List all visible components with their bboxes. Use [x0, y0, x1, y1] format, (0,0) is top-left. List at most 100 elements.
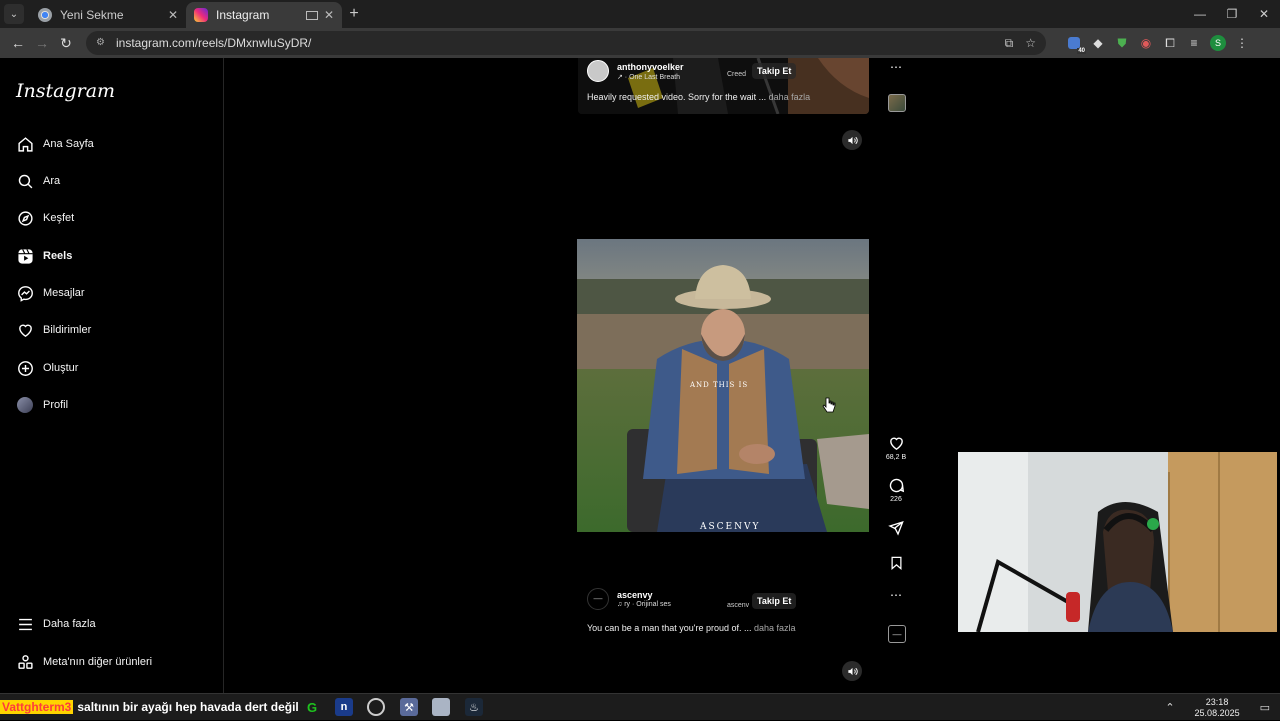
window-controls: — ❐ ✕ — [1184, 0, 1280, 28]
close-icon[interactable]: ✕ — [168, 8, 178, 22]
ticker-username: Vattghterm3 — [0, 700, 74, 714]
mute-button[interactable] — [842, 661, 862, 681]
profile-avatar[interactable]: S — [1210, 35, 1226, 51]
more-options-icon[interactable]: ⋯ — [886, 588, 906, 602]
sidebar-item-messages[interactable]: Mesajlar — [16, 279, 85, 307]
avatar — [587, 60, 609, 82]
ticker-message: saltının bir ayağı hep havada dert değil — [77, 700, 299, 714]
sidebar-item-meta-apps[interactable]: Meta'nın diğer ürünleri — [16, 648, 152, 676]
reels-icon — [16, 247, 34, 265]
tab-search-button[interactable]: ⌄ — [4, 4, 24, 24]
sidebar-item-explore[interactable]: Keşfet — [16, 204, 74, 232]
sidebar-item-label: Ara — [43, 175, 61, 187]
bookmark-star-icon[interactable]: ☆ — [1025, 36, 1036, 50]
taskbar-clock[interactable]: 23:18 25.08.2025 — [1195, 697, 1240, 719]
search-icon — [16, 172, 34, 190]
plus-square-icon — [16, 359, 34, 377]
follow-button[interactable]: Takip Et — [752, 63, 797, 79]
taskbar-app-green-icon[interactable]: G — [303, 698, 321, 716]
instagram-logo[interactable]: Instagram — [16, 80, 115, 102]
url-text: instagram.com/reels/DMxnwluSyDR/ — [116, 36, 312, 50]
reel-audio[interactable]: One Last Breath — [629, 74, 680, 81]
taskbar-app-n-icon[interactable]: n — [335, 698, 353, 716]
more-options-icon[interactable]: ⋯ — [886, 60, 906, 74]
media-queue-icon[interactable]: ≡ — [1182, 31, 1206, 55]
sidebar-item-notifications[interactable]: Bildirimler — [16, 316, 91, 344]
minimize-icon[interactable]: — — [1184, 0, 1216, 28]
sidebar-item-search[interactable]: Ara — [16, 167, 60, 195]
reel-username[interactable]: ascenvy — [617, 590, 671, 600]
site-settings-icon[interactable]: ⚙ — [96, 37, 108, 49]
extensions-area: 40 ◆ ⛊ ◉ ⧠ ≡ S ⋮ — [1062, 31, 1254, 55]
tab-instagram[interactable]: Instagram ✕ — [186, 2, 342, 28]
hand-cursor-icon — [822, 397, 836, 413]
taskbar-app-obs-icon[interactable] — [367, 698, 385, 716]
media-control-icon[interactable] — [305, 10, 318, 20]
reel-author-previous[interactable]: anthonyvoelker ↗ · One Last Breath — [587, 60, 684, 82]
extension-diamond-icon[interactable]: ◆ — [1086, 31, 1110, 55]
comment-icon — [889, 478, 904, 493]
address-bar[interactable]: ⚙ instagram.com/reels/DMxnwluSyDR/ ⧉ ☆ — [86, 31, 1046, 55]
close-icon[interactable]: ✕ — [324, 8, 334, 22]
follow-button[interactable]: Takip Et — [752, 593, 797, 609]
send-icon — [888, 520, 904, 536]
tab-new-tab[interactable]: Yeni Sekme ✕ — [30, 2, 186, 28]
sidebar-item-reels[interactable]: Reels — [16, 242, 72, 270]
taskbar-app-tools-icon[interactable]: ⚒ — [400, 698, 418, 716]
audio-arrow-icon: ↗ · — [617, 73, 630, 81]
reel-credit: ascenv — [727, 602, 750, 609]
sidebar-item-profile[interactable]: Profil — [16, 391, 68, 419]
taskbar-app-steam-icon[interactable]: ♨ — [465, 698, 483, 716]
windows-taskbar: Vattghterm3 saltının bir ayağı hep havad… — [0, 693, 1280, 720]
stream-chat-ticker: Vattghterm3 saltının bir ayağı hep havad… — [0, 697, 299, 717]
install-app-icon[interactable]: ⧉ — [1005, 36, 1014, 51]
sidebar-item-label: Mesajlar — [43, 287, 85, 299]
new-tab-button[interactable]: + — [342, 2, 366, 26]
extensions-puzzle-icon[interactable]: ⧠ — [1158, 31, 1182, 55]
like-count: 68,2 B — [885, 454, 907, 461]
extension-record-icon[interactable]: ◉ — [1134, 31, 1158, 55]
sidebar-item-home[interactable]: Ana Sayfa — [16, 130, 94, 158]
meta-apps-icon — [16, 653, 34, 671]
back-icon[interactable]: ← — [6, 31, 30, 55]
extension-badge: 40 — [1077, 48, 1086, 54]
system-tray: ⌃ 23:18 25.08.2025 ▭ — [1155, 694, 1280, 721]
window-close-icon[interactable]: ✕ — [1248, 0, 1280, 28]
caption-more-link[interactable]: daha fazla — [754, 623, 796, 633]
comment-button[interactable]: 226 — [886, 477, 906, 503]
sidebar-item-create[interactable]: Oluştur — [16, 354, 78, 382]
browser-menu-icon[interactable]: ⋮ — [1230, 31, 1254, 55]
compass-icon — [16, 209, 34, 227]
mute-button[interactable] — [842, 130, 862, 150]
forward-icon[interactable]: → — [30, 31, 54, 55]
sidebar-item-label: Meta'nın diğer ürünleri — [43, 656, 153, 668]
audio-thumbnail[interactable] — [888, 94, 906, 112]
speaker-icon — [847, 136, 858, 144]
reel-caption: Heavily requested video. Sorry for the w… — [587, 92, 810, 102]
sidebar-item-label: Reels — [43, 250, 73, 262]
speaker-icon — [847, 667, 858, 675]
sidebar-item-more[interactable]: Daha fazla — [16, 610, 96, 638]
reel-video-current[interactable]: AND THIS IS ASCENVY — [577, 239, 869, 532]
extension-adblock-icon[interactable]: 40 — [1062, 31, 1086, 55]
reel-author-current[interactable]: — ascenvy ♫ ry · Orijinal ses — [587, 588, 671, 610]
share-button[interactable] — [886, 520, 906, 536]
like-button[interactable]: 68,2 B — [886, 435, 906, 461]
instagram-icon — [194, 8, 208, 22]
reel-username[interactable]: anthonyvoelker — [617, 62, 684, 72]
avatar: — — [587, 588, 609, 610]
messenger-icon — [16, 284, 34, 302]
tray-chevron-icon[interactable]: ⌃ — [1165, 701, 1174, 714]
taskbar-app-window-icon[interactable] — [432, 698, 450, 716]
audio-thumbnail[interactable]: — — [888, 625, 906, 643]
tab-title: Yeni Sekme — [60, 8, 124, 22]
restore-icon[interactable]: ❐ — [1216, 0, 1248, 28]
reload-icon[interactable]: ↻ — [54, 31, 78, 55]
notification-icon[interactable]: ▭ — [1260, 701, 1270, 714]
extension-shield-icon[interactable]: ⛊ — [1110, 31, 1134, 55]
reel-audio[interactable]: ry · Orijinal ses — [624, 601, 671, 608]
save-button[interactable] — [886, 555, 906, 571]
caption-more-link[interactable]: daha fazla — [769, 92, 811, 102]
reel-credit: Creed — [727, 71, 747, 78]
caption-text: You can be a man that you're proud of. .… — [587, 623, 752, 633]
